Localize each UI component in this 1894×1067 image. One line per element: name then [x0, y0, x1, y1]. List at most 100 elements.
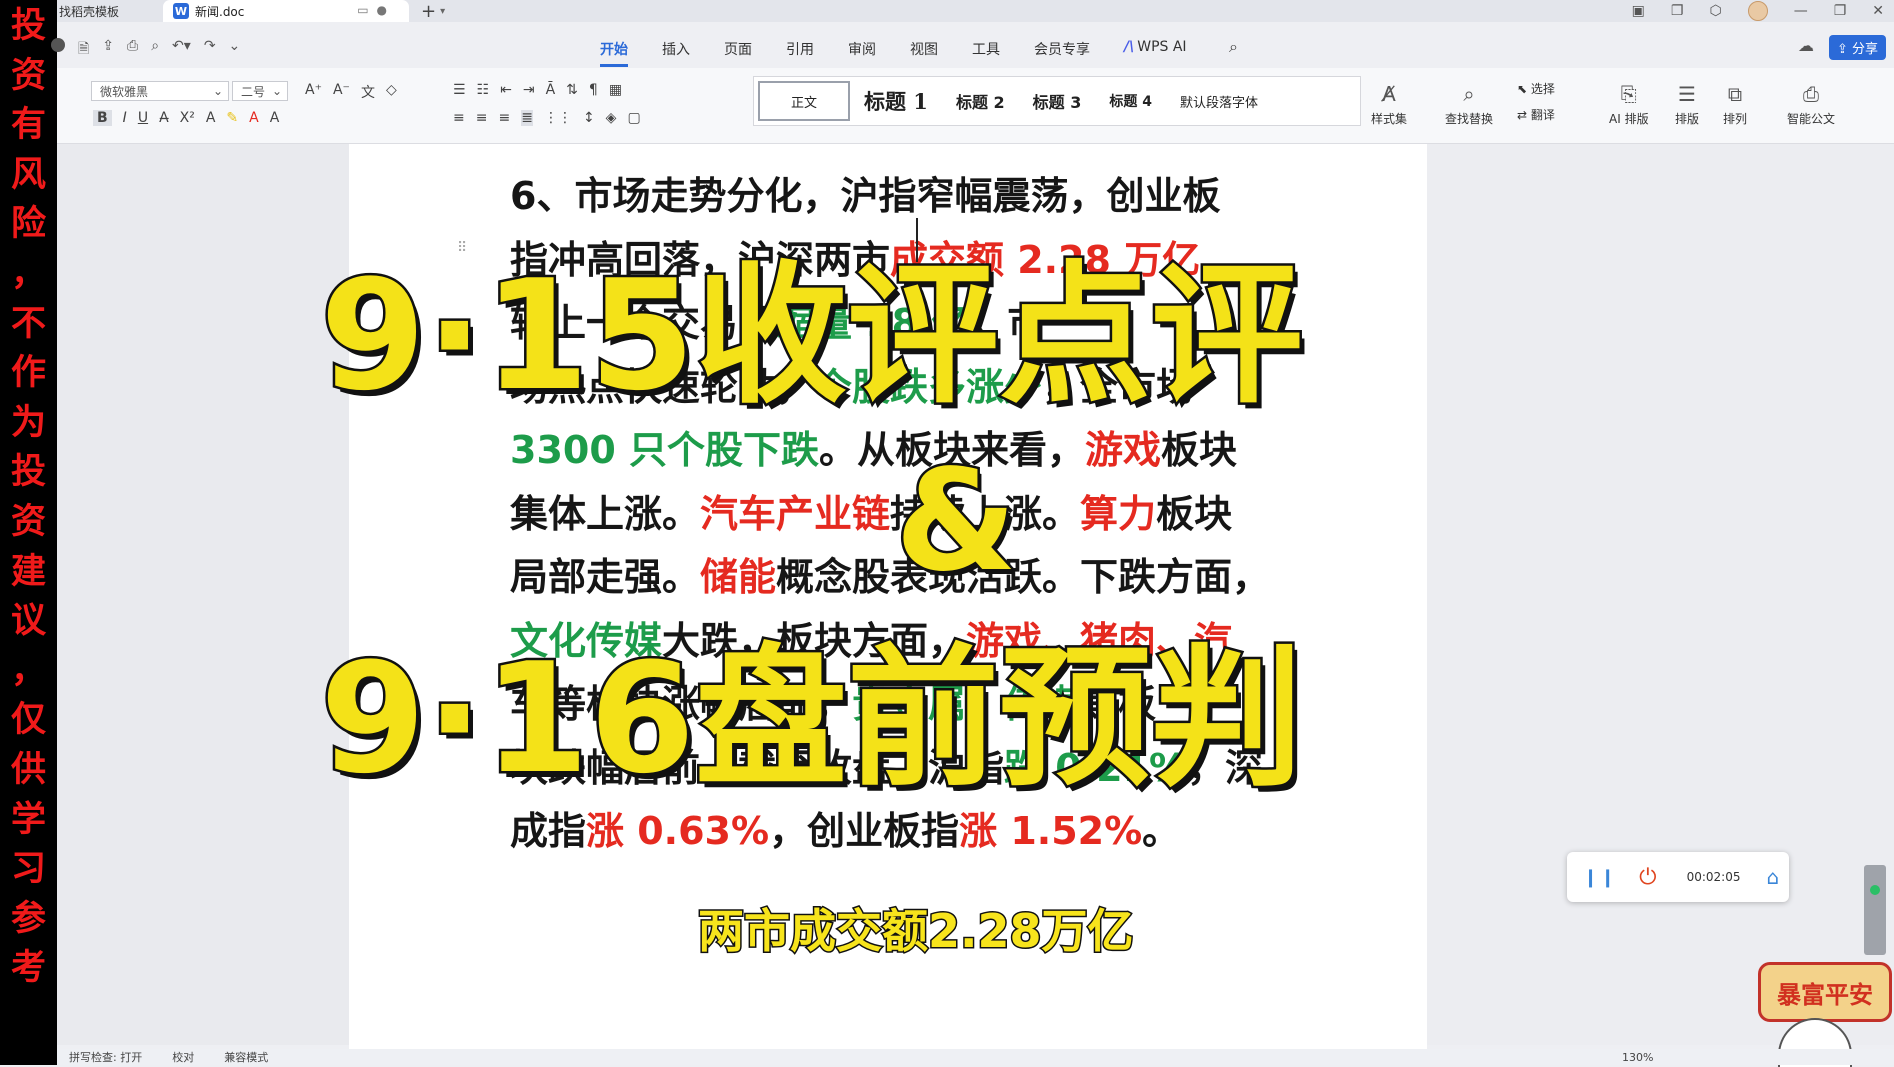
align-center-icon[interactable]: ≡: [476, 110, 488, 126]
undo-icon[interactable]: ↶▾: [172, 38, 191, 62]
distribute-icon[interactable]: ⋮⋮: [544, 110, 572, 126]
bold-icon[interactable]: B: [93, 110, 112, 126]
grow-font-icon[interactable]: A⁺: [305, 82, 322, 102]
home-icon[interactable]: ⌂: [1766, 865, 1779, 889]
layout-button[interactable]: ☰ 排版: [1675, 82, 1699, 127]
banner-char: 投: [10, 6, 46, 46]
tab-template[interactable]: 找稻壳模板: [57, 3, 159, 20]
font-name-select[interactable]: 微软雅黑 ⌄: [91, 81, 229, 101]
border-icon[interactable]: ▢: [627, 110, 640, 126]
translate-button[interactable]: ⇄ 翻译: [1517, 106, 1555, 123]
new-tab-button[interactable]: +: [421, 1, 436, 22]
clear-format-icon[interactable]: ◇: [386, 82, 397, 102]
font-color-icon[interactable]: A: [249, 110, 259, 126]
align-tools: ≡ ≡ ≡ ≣ ⋮⋮ ↕ ◈ ▢: [453, 110, 641, 126]
phonetic-icon[interactable]: 文: [361, 82, 375, 102]
underline-icon[interactable]: U: [138, 110, 148, 126]
search-icon[interactable]: ⌕: [1229, 37, 1238, 57]
window-icon[interactable]: ❐: [1671, 3, 1684, 19]
style-option[interactable]: 标题 4: [1095, 81, 1166, 121]
smart-doc-button[interactable]: ⎙ 智能公文: [1787, 82, 1835, 127]
word-doc-icon: W: [173, 3, 189, 19]
text-direction-icon[interactable]: Ā: [546, 82, 556, 98]
strikethrough-icon[interactable]: A̶: [159, 110, 169, 126]
chevron-down-icon[interactable]: ▾: [440, 6, 445, 17]
bullet-list-icon[interactable]: ☰: [453, 82, 466, 98]
table-icon[interactable]: ▦: [609, 82, 622, 98]
line-spacing-icon[interactable]: ↕: [583, 110, 595, 126]
tab-status-icons: ▭●: [357, 3, 395, 17]
screenshot-icon[interactable]: ▣: [1632, 3, 1645, 19]
text-run: 板块: [1156, 491, 1233, 536]
italic-icon[interactable]: I: [123, 110, 127, 126]
menu-tab[interactable]: 会员专享: [1034, 39, 1090, 67]
find-replace-button[interactable]: ⌕ 查找替换: [1445, 82, 1493, 127]
align-right-icon[interactable]: ≡: [498, 110, 510, 126]
redo-icon[interactable]: ↷: [204, 38, 216, 62]
menu-tab[interactable]: 开始: [600, 39, 628, 67]
sort-icon[interactable]: ⇅: [566, 82, 578, 98]
font-size-select[interactable]: 二号 ⌄: [232, 81, 288, 101]
print-icon[interactable]: ⎙: [127, 38, 138, 62]
cube-icon[interactable]: ⬡: [1709, 3, 1721, 19]
banner-char: 有: [10, 105, 46, 146]
side-panel-handle[interactable]: [1864, 865, 1886, 955]
style-option[interactable]: 标题 3: [1019, 81, 1096, 121]
justify-icon[interactable]: ≣: [521, 110, 533, 126]
tab-document[interactable]: W 新闻.doc ▭●: [163, 0, 409, 22]
banner-char: 风: [10, 154, 46, 195]
arrange-icon: ⧉: [1727, 82, 1743, 106]
export-icon[interactable]: ⇪: [102, 38, 114, 62]
menu-tab[interactable]: 视图: [910, 39, 938, 67]
banner-char: 不: [10, 303, 46, 344]
indent-icon[interactable]: ⇥: [523, 82, 535, 98]
close-icon[interactable]: ✕: [1872, 3, 1884, 19]
zoom-level[interactable]: 130%: [1622, 1051, 1653, 1064]
spell-check-status[interactable]: 拼写检查: 打开: [69, 1049, 142, 1065]
style-option[interactable]: 标题 1: [850, 81, 942, 121]
select-button[interactable]: ⬉ 选择: [1517, 80, 1555, 106]
toggle-icon[interactable]: [51, 38, 65, 52]
restore-icon[interactable]: ❐: [1834, 3, 1847, 19]
superscript-icon[interactable]: X²: [180, 110, 195, 126]
show-marks-icon[interactable]: ¶: [589, 82, 598, 98]
highlight-icon[interactable]: ✎: [226, 110, 238, 126]
print-preview-icon[interactable]: ⌕: [151, 38, 159, 62]
cloud-sync-icon[interactable]: ☁: [1798, 36, 1814, 55]
overlay-title-1: 9·15收评点评: [317, 245, 1305, 427]
minimize-icon[interactable]: —: [1794, 3, 1808, 19]
align-left-icon[interactable]: ≡: [453, 110, 465, 126]
shrink-font-icon[interactable]: A⁻: [333, 82, 350, 102]
stop-recording-icon[interactable]: ⏻: [1639, 865, 1656, 890]
compat-mode-label: 兼容模式: [224, 1051, 269, 1064]
style-set-button[interactable]: A̸ 样式集: [1371, 82, 1407, 127]
text-effect-icon[interactable]: A: [206, 110, 216, 126]
pause-icon[interactable]: ❙❙: [1583, 867, 1617, 888]
ribbon-toolbar: 微软雅黑 ⌄ 二号 ⌄ A⁺ A⁻ 文 ◇ B I U A̶ X² A ✎ A …: [57, 68, 1894, 144]
arrange-button[interactable]: ⧉ 排列: [1723, 82, 1747, 127]
more-icon[interactable]: ⌄: [229, 38, 241, 62]
ai-layout-button[interactable]: ⎘ AI 排版: [1609, 82, 1649, 127]
shading-icon[interactable]: ◈: [606, 110, 617, 126]
char-shading-icon[interactable]: A: [270, 110, 280, 126]
style-set-label: 样式集: [1371, 112, 1408, 126]
overlay-ampersand: &: [892, 438, 1019, 606]
menu-tab[interactable]: 插入: [662, 39, 690, 67]
save-icon[interactable]: 🗎: [78, 38, 89, 62]
avatar[interactable]: [1747, 1, 1768, 21]
banner-char: 为: [10, 402, 46, 443]
menu-row: 🗎 ⇪ ⎙ ⌕ ↶▾ ↷ ⌄ 开始 插入 页面 引用 审阅 视图 工具 会员专享 /\ WPS A…: [51, 30, 1894, 67]
outdent-icon[interactable]: ⇤: [500, 82, 512, 98]
menu-tab[interactable]: 审阅: [848, 39, 876, 67]
style-option[interactable]: 正文: [758, 81, 850, 121]
text-run: 概念股表现活跃。下跌方面，: [776, 555, 1271, 599]
share-button[interactable]: ⇪ 分享: [1828, 35, 1886, 60]
style-option[interactable]: 标题 2: [942, 81, 1019, 121]
menu-tab[interactable]: 引用: [786, 39, 814, 67]
menu-tab[interactable]: 页面: [724, 39, 752, 67]
menu-tab-wps-ai[interactable]: /\ WPS AI: [1124, 39, 1187, 67]
menu-tab[interactable]: 工具: [972, 39, 1000, 67]
style-option[interactable]: 默认段落字体: [1166, 81, 1272, 121]
numbered-list-icon[interactable]: ☷: [477, 82, 490, 98]
proofread-button[interactable]: 校对: [172, 1049, 194, 1065]
